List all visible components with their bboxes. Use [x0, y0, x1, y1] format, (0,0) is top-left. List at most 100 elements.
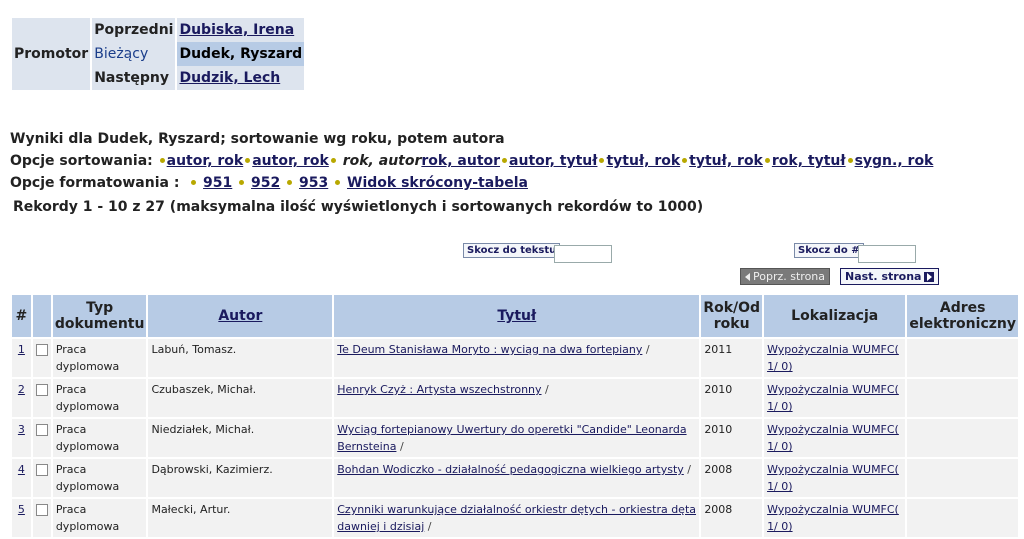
- row-location-cell: Wypożyczalnia WUMFC( 1/ 0): [764, 459, 906, 497]
- row-number-link[interactable]: 2: [18, 383, 25, 396]
- table-row: 3 Praca dyplomowa Niedziałek, Michał. Wycią…: [12, 419, 1018, 457]
- row-location-link[interactable]: Wypożyczalnia WUMFC( 1/ 0): [767, 423, 899, 453]
- jump-to-text-input[interactable]: [554, 245, 612, 263]
- header-type: Typ dokumentu: [52, 295, 147, 337]
- bullet-icon: [682, 158, 688, 163]
- next-promotor-link[interactable]: Dudzik, Lech: [179, 70, 280, 86]
- row-number-cell: 1: [12, 339, 31, 377]
- row-address: [907, 459, 1018, 497]
- sort-option-5[interactable]: autor, tytuł: [509, 153, 597, 169]
- row-type: Praca dyplomowa: [52, 499, 147, 537]
- row-checkbox[interactable]: [35, 464, 48, 476]
- row-location-link[interactable]: Wypożyczalnia WUMFC( 1/ 0): [767, 383, 899, 413]
- arrow-right-box: [924, 272, 935, 282]
- row-title-link[interactable]: Czynniki warunkujące działalność orkiest…: [337, 503, 696, 533]
- row-checkbox[interactable]: [35, 344, 48, 356]
- title-separator: /: [545, 383, 549, 396]
- row-title-cell: Te Deum Stanisława Moryto : wyciąg na dw…: [334, 339, 700, 377]
- row-checkbox[interactable]: [35, 504, 48, 516]
- table-row: 2 Praca dyplomowa Czubaszek, Michał. Henryk…: [12, 379, 1018, 417]
- table-row: 1 Praca dyplomowa Labuń, Tomasz. Te Deum St…: [12, 339, 1018, 377]
- row-select-cell: [32, 499, 51, 537]
- row-year: 2010: [701, 379, 763, 417]
- header-title-link[interactable]: Tytuł: [497, 308, 536, 324]
- sort-option-9[interactable]: sygn., rok: [855, 153, 934, 169]
- row-address: [907, 379, 1018, 417]
- row-address: [907, 339, 1018, 377]
- title-separator: /: [399, 440, 404, 453]
- sort-option-current: rok, autor: [342, 153, 422, 169]
- row-type: Praca dyplomowa: [52, 459, 147, 497]
- row-address: [907, 419, 1018, 457]
- prev-page-label: Poprz. strona: [753, 270, 826, 283]
- table-row: 4 Praca dyplomowa Dąbrowski, Kazimierz. Boh…: [12, 459, 1018, 497]
- row-number-link[interactable]: 1: [18, 343, 25, 356]
- row-title-link[interactable]: Te Deum Stanisława Moryto : wyciąg na dw…: [337, 343, 642, 356]
- row-location-link[interactable]: Wypożyczalnia WUMFC( 1/ 0): [767, 463, 899, 493]
- sort-option-2[interactable]: autor, rok: [252, 153, 329, 169]
- sort-option-8[interactable]: rok, tytuł: [772, 153, 846, 169]
- row-number-link[interactable]: 3: [18, 423, 25, 436]
- format-option-952[interactable]: 952: [251, 175, 280, 191]
- jump-to-number-input[interactable]: [858, 245, 916, 263]
- bullet-icon: [239, 180, 245, 185]
- next-page-button[interactable]: Nast. strona: [840, 268, 940, 285]
- row-author: Labuń, Tomasz.: [148, 339, 333, 377]
- sort-option-1[interactable]: autor, rok: [167, 153, 244, 169]
- bullet-icon: [764, 158, 770, 163]
- row-number-link[interactable]: 4: [18, 463, 25, 476]
- row-checkbox[interactable]: [35, 384, 48, 396]
- row-location-cell: Wypożyczalnia WUMFC( 1/ 0): [764, 499, 906, 537]
- header-select: [32, 295, 51, 337]
- row-select-cell: [32, 419, 51, 457]
- sort-option-6[interactable]: tytuł, rok: [606, 153, 680, 169]
- prev-page-button[interactable]: Poprz. strona: [740, 268, 831, 285]
- row-title-cell: Henryk Czyż : Artysta wszechstronny /: [334, 379, 700, 417]
- row-number-link[interactable]: 5: [18, 503, 25, 516]
- current-label: Bieżący: [92, 42, 176, 66]
- row-type: Praca dyplomowa: [52, 419, 147, 457]
- sort-option-7[interactable]: tytuł, rok: [689, 153, 763, 169]
- arrow-right-icon: [926, 273, 932, 281]
- row-year: 2008: [701, 499, 763, 537]
- header-location: Lokalizacja: [764, 295, 906, 337]
- row-author: Niedziałek, Michał.: [148, 419, 333, 457]
- bullet-icon: [245, 158, 251, 163]
- title-separator: /: [687, 463, 692, 476]
- row-year: 2011: [701, 339, 763, 377]
- bullet-icon: [599, 158, 605, 163]
- jump-to-text-button[interactable]: Skocz do tekstu: [463, 243, 561, 258]
- format-options-label: Opcje formatowania :: [10, 175, 180, 191]
- sort-options: Opcje sortowania: autor, rok autor, rok r…: [10, 153, 933, 169]
- prev-label: Poprzedni: [92, 18, 176, 42]
- row-location-link[interactable]: Wypożyczalnia WUMFC( 1/ 0): [767, 503, 899, 533]
- jump-to-number-button[interactable]: Skocz do #: [794, 243, 864, 258]
- prev-promotor-link[interactable]: Dubiska, Irena: [179, 22, 294, 38]
- row-number-cell: 5: [12, 499, 31, 537]
- row-checkbox[interactable]: [35, 424, 48, 436]
- promotor-label: Promotor: [12, 18, 91, 90]
- row-select-cell: [32, 339, 51, 377]
- row-author: Małecki, Artur.: [148, 499, 333, 537]
- row-title-link[interactable]: Wyciąg fortepianowy Uwertury do operetki…: [337, 423, 686, 453]
- format-options: Opcje formatowania : 951 952 953 Widok s…: [10, 175, 528, 191]
- format-option-953[interactable]: 953: [299, 175, 328, 191]
- row-number-cell: 2: [12, 379, 31, 417]
- row-title-cell: Bohdan Wodiczko - działalność pedagogicz…: [334, 459, 700, 497]
- row-number-cell: 4: [12, 459, 31, 497]
- next-page-label: Nast. strona: [845, 270, 922, 283]
- bullet-icon: [159, 158, 165, 163]
- header-author-link[interactable]: Autor: [218, 308, 262, 324]
- sort-options-label: Opcje sortowania:: [10, 153, 153, 169]
- row-number-cell: 3: [12, 419, 31, 457]
- row-title-link[interactable]: Bohdan Wodiczko - działalność pedagogicz…: [337, 463, 684, 476]
- next-label: Następny: [92, 66, 176, 90]
- format-option-951[interactable]: 951: [203, 175, 232, 191]
- sort-option-4[interactable]: rok, autor: [421, 153, 500, 169]
- row-location-link[interactable]: Wypożyczalnia WUMFC( 1/ 0): [767, 343, 899, 373]
- header-num: #: [12, 295, 31, 337]
- row-title-link[interactable]: Henryk Czyż : Artysta wszechstronny: [337, 383, 541, 396]
- row-author: Dąbrowski, Kazimierz.: [148, 459, 333, 497]
- row-address: [907, 499, 1018, 537]
- format-option-table[interactable]: Widok skrócony-tabela: [347, 175, 528, 191]
